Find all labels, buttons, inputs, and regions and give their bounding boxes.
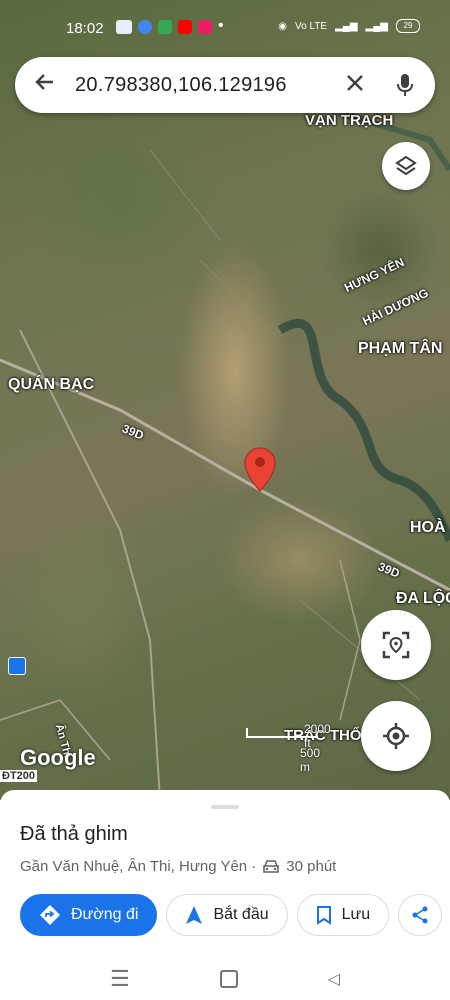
signal-2-icon: ▂▄▆ bbox=[365, 20, 388, 32]
system-navigation-bar: ☰ ◁ bbox=[0, 958, 450, 1000]
home-square-icon[interactable] bbox=[219, 970, 238, 988]
search-input[interactable]: 20.798380,106.129196 bbox=[75, 74, 335, 97]
dropped-pin-icon[interactable] bbox=[244, 447, 276, 498]
google-logo: Google bbox=[20, 745, 96, 770]
youtube-icon bbox=[178, 20, 192, 34]
layers-icon bbox=[395, 155, 417, 176]
back-arrow-icon[interactable] bbox=[15, 70, 75, 101]
back-triangle-icon[interactable]: ◁ bbox=[328, 969, 340, 989]
map-label-van-trach: VẠN TRẠCH bbox=[305, 112, 394, 129]
place-title: Đã thả ghim bbox=[20, 823, 128, 845]
signal-icon: ▂▄▆ bbox=[335, 20, 358, 32]
map-scale: 2000 ft 500 m bbox=[246, 722, 331, 774]
start-label: Bắt đầu bbox=[213, 906, 269, 923]
save-button[interactable]: Lưu bbox=[296, 894, 390, 936]
more-notifications-icon: • bbox=[218, 17, 224, 34]
my-location-button[interactable] bbox=[361, 701, 431, 771]
start-button[interactable]: Bắt đầu bbox=[166, 894, 288, 936]
status-bar: 18:02 • ◉ Vo LTE ▂▄▆ ▂▄▆ 29 bbox=[0, 0, 450, 54]
sheet-drag-handle[interactable] bbox=[211, 805, 239, 809]
place-address: Gần Văn Nhuệ, Ân Thi, Hưng Yên · bbox=[20, 858, 257, 875]
battery-icon: 29 bbox=[396, 19, 420, 33]
navigation-arrow-icon bbox=[186, 906, 203, 924]
map-label-quan-bac: QUÁN BẠC bbox=[8, 376, 95, 393]
recents-menu-icon[interactable]: ☰ bbox=[110, 966, 130, 992]
map-label-da-loc: ĐA LỘC bbox=[396, 590, 450, 607]
place-subtitle: Gần Văn Nhuệ, Ân Thi, Hưng Yên · 30 phút bbox=[20, 858, 336, 875]
directions-icon bbox=[40, 905, 60, 925]
map-label-hoan: HOÀ bbox=[410, 519, 446, 536]
save-label: Lưu bbox=[341, 906, 371, 923]
location-frame-icon bbox=[382, 631, 410, 659]
action-chips: Đường đi Bắt đầu Lưu bbox=[20, 894, 443, 936]
volte-icon: Vo LTE bbox=[295, 20, 328, 32]
scale-m: 500 m bbox=[300, 746, 321, 774]
chat-icon bbox=[158, 20, 172, 34]
bus-stop-icon[interactable] bbox=[8, 657, 26, 675]
status-time: 18:02 bbox=[66, 20, 104, 37]
zalo-icon bbox=[116, 20, 132, 34]
crosshair-icon bbox=[383, 723, 409, 749]
share-button[interactable] bbox=[398, 894, 443, 936]
explore-nearby-button[interactable] bbox=[361, 610, 431, 680]
directions-button[interactable]: Đường đi bbox=[20, 894, 158, 936]
map-label-pham-tan: PHẠM TÂN bbox=[358, 340, 443, 357]
share-icon bbox=[412, 906, 428, 924]
map-label-dt200: ĐT200 bbox=[0, 770, 38, 782]
directions-label: Đường đi bbox=[71, 906, 139, 923]
layers-button[interactable] bbox=[382, 142, 430, 190]
search-bar[interactable]: 20.798380,106.129196 bbox=[15, 57, 435, 113]
location-status-icon: ◉ bbox=[278, 20, 287, 32]
voice-search-icon[interactable] bbox=[375, 72, 435, 98]
settings-icon bbox=[138, 20, 152, 34]
bookmark-icon bbox=[316, 906, 331, 925]
app-icon bbox=[198, 20, 212, 34]
clear-search-icon[interactable] bbox=[335, 69, 375, 101]
car-icon bbox=[263, 859, 280, 873]
system-icons: ◉ Vo LTE ▂▄▆ ▂▄▆ 29 bbox=[278, 19, 420, 33]
map-view[interactable]: VẠN TRẠCH HƯNG YÊN HẢI DƯƠNG PHẠM TÂN QU… bbox=[0, 0, 450, 800]
drive-time: 30 phút bbox=[286, 858, 337, 875]
notification-icons: • bbox=[116, 17, 224, 34]
